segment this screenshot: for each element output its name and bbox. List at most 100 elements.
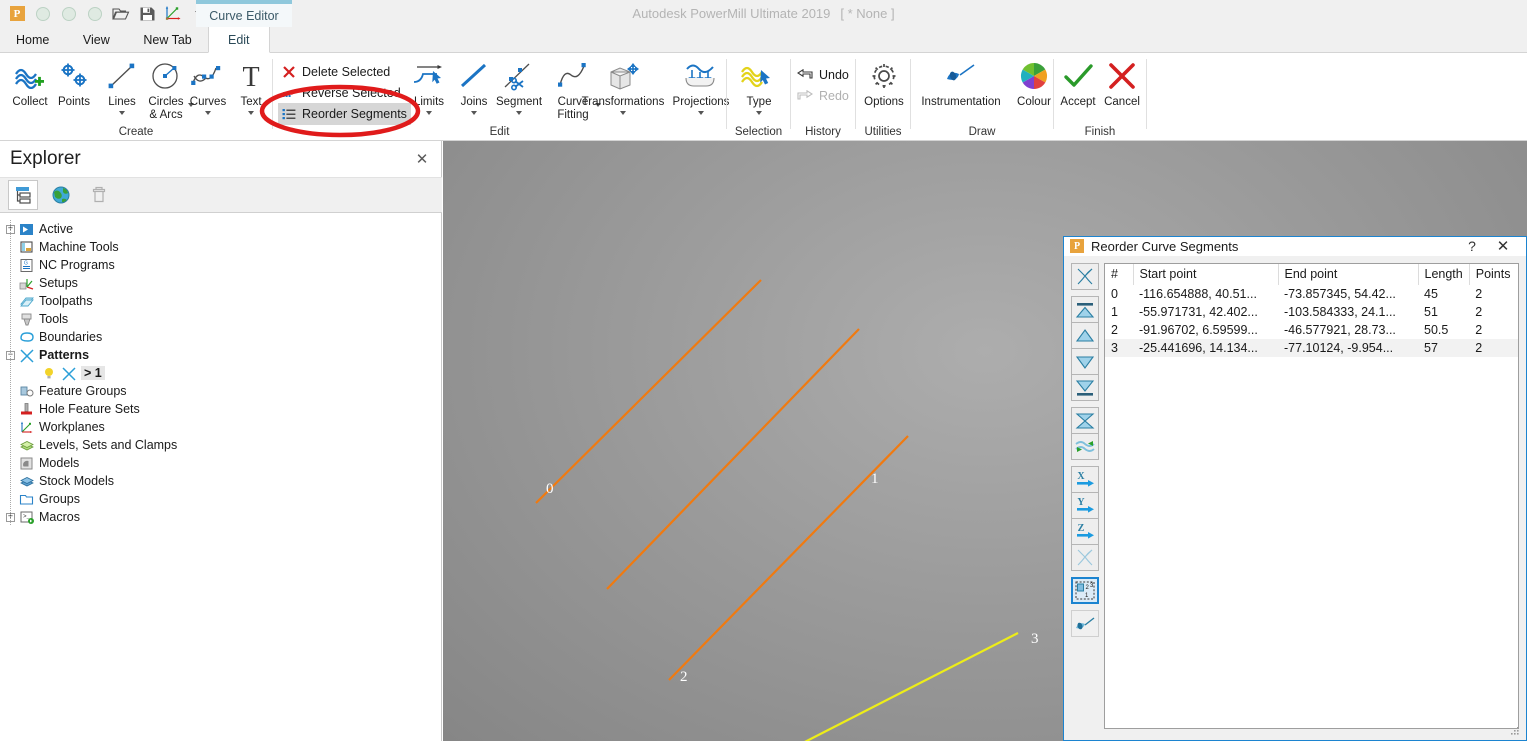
tree-item-workplanes[interactable]: Workplanes: [0, 418, 442, 436]
segment-button[interactable]: Segment: [487, 57, 551, 125]
col-header-start[interactable]: Start point: [1133, 264, 1279, 285]
save-button[interactable]: [134, 1, 160, 27]
cancel-button[interactable]: Cancel: [1098, 57, 1146, 125]
reverse-direction-button[interactable]: [1071, 433, 1099, 460]
text-button[interactable]: T Text: [223, 57, 279, 125]
cancel-label: Cancel: [1104, 96, 1140, 108]
sort-by-pattern-button[interactable]: [1071, 544, 1099, 571]
tab-home[interactable]: Home: [0, 27, 65, 52]
setups-icon: [18, 275, 35, 291]
move-down-button[interactable]: [1071, 348, 1099, 375]
qat-circle-1-button[interactable]: [30, 1, 56, 27]
chevron-down-icon[interactable]: [471, 111, 477, 115]
dialog-close-button[interactable]: ✕: [1486, 237, 1520, 255]
reverse-order-button[interactable]: [1071, 407, 1099, 434]
move-to-top-button[interactable]: [1071, 296, 1099, 323]
tree-item-machine-tools[interactable]: Machine Tools: [0, 238, 442, 256]
segment-end-point: -77.10124, -9.954...: [1278, 339, 1418, 357]
segments-table: # Start point End point Length Points 0 -…: [1105, 264, 1518, 357]
tree-item-nc-programs[interactable]: G NC Programs: [0, 256, 442, 274]
reorder-curve-segments-dialog[interactable]: P Reorder Curve Segments ? ✕ X Y Z 2 3 1…: [1063, 236, 1527, 741]
tree-item-macros[interactable]: +>_Macros: [0, 508, 442, 526]
reorder-segments-button[interactable]: Reorder Segments: [278, 103, 411, 125]
tree-item-label: Boundaries: [39, 330, 103, 344]
segment-scissors-icon: [501, 57, 537, 95]
reorder-pattern-button[interactable]: [1071, 263, 1099, 290]
joins-icon: [458, 57, 490, 95]
workplane-button[interactable]: [160, 1, 186, 27]
qat-circle-2-button[interactable]: [56, 1, 82, 27]
move-up-button[interactable]: [1071, 322, 1099, 349]
tree-item-toolpaths[interactable]: Toolpaths: [0, 292, 442, 310]
explorer-close-button[interactable]: ✕: [412, 150, 432, 168]
explorer-globe-button[interactable]: [46, 180, 76, 210]
move-to-bottom-button[interactable]: [1071, 374, 1099, 401]
show-segment-numbers-button[interactable]: 2 3 1: [1071, 577, 1099, 604]
tree-item-boundaries[interactable]: Boundaries: [0, 328, 442, 346]
tree-item-patterns[interactable]: −Patterns: [0, 346, 442, 364]
col-header-index[interactable]: #: [1105, 264, 1134, 285]
sort-by-z-button[interactable]: Z: [1071, 518, 1099, 545]
tree-item-models[interactable]: Models: [0, 454, 442, 472]
reverse-selected-button[interactable]: Reverse Selected: [278, 82, 405, 104]
chevron-down-icon[interactable]: [248, 111, 254, 115]
contextual-tab-curve-editor[interactable]: Curve Editor: [196, 0, 292, 27]
app-logo-button[interactable]: P: [4, 1, 30, 27]
tree-item-tools[interactable]: Tools: [0, 310, 442, 328]
tree-item-active[interactable]: +Active: [0, 220, 442, 238]
dialog-help-button[interactable]: ?: [1458, 238, 1486, 254]
table-row[interactable]: 3 -25.441696, 14.134... -77.10124, -9.954.…: [1105, 339, 1518, 357]
explorer-tree: +Active Machine Tools G NC Programs Setups To…: [0, 214, 442, 741]
curve-segment-0[interactable]: [535, 279, 762, 504]
tree-item-groups[interactable]: Groups: [0, 490, 442, 508]
col-header-length[interactable]: Length: [1418, 264, 1470, 285]
curve-segment-3[interactable]: [746, 632, 1019, 741]
selection-type-button[interactable]: Type: [731, 57, 787, 125]
open-button[interactable]: [108, 1, 134, 27]
tree-item-levels-sets-and-clamps[interactable]: Levels, Sets and Clamps: [0, 436, 442, 454]
reverse-arrow-icon: [282, 91, 295, 97]
hole-features-icon: [18, 401, 35, 417]
tab-edit[interactable]: Edit: [207, 27, 270, 53]
tree-item-feature-groups[interactable]: Feature Groups: [0, 382, 442, 400]
tree-item-hole-feature-sets[interactable]: Hole Feature Sets: [0, 400, 442, 418]
document-name-text: [ * None ]: [840, 6, 895, 21]
tab-new-tab[interactable]: New Tab: [127, 27, 207, 52]
sort-by-pattern-icon: [1077, 549, 1093, 566]
dialog-title-bar[interactable]: P Reorder Curve Segments ? ✕: [1064, 237, 1526, 256]
col-header-points[interactable]: Points: [1469, 264, 1518, 285]
red-x-icon: [283, 66, 295, 78]
table-row[interactable]: 2 -91.96702, 6.59599... -46.577921, 28.73.…: [1105, 321, 1518, 339]
col-header-end[interactable]: End point: [1278, 264, 1419, 285]
table-row[interactable]: 0 -116.654888, 40.51... -73.857345, 54.42.…: [1105, 285, 1518, 303]
chevron-down-icon[interactable]: [205, 111, 211, 115]
redo-button[interactable]: Redo: [793, 85, 853, 107]
options-button[interactable]: Options: [856, 57, 912, 125]
sort-by-y-button[interactable]: Y: [1071, 492, 1099, 519]
accept-button[interactable]: Accept: [1054, 57, 1102, 125]
curve-segment-1[interactable]: [606, 328, 860, 590]
tree-item-setups[interactable]: Setups: [0, 274, 442, 292]
lightbulb-icon[interactable]: [42, 365, 56, 381]
tab-view[interactable]: View: [65, 27, 127, 52]
resize-grip-icon[interactable]: [1510, 726, 1520, 736]
chevron-down-icon[interactable]: [756, 111, 762, 115]
delete-selected-button[interactable]: Delete Selected: [278, 61, 394, 83]
chevron-down-icon[interactable]: [516, 111, 522, 115]
transformations-button[interactable]: Transformations: [568, 57, 678, 125]
explorer-tree-view-button[interactable]: [8, 180, 38, 210]
table-row[interactable]: 1 -55.971731, 42.402... -103.584333, 24.1.…: [1105, 303, 1518, 321]
explorer-delete-button[interactable]: [84, 180, 114, 210]
qat-circle-3-button[interactable]: [82, 1, 108, 27]
dialog-instrumentation-button[interactable]: [1071, 610, 1099, 637]
tree-item-stock-models[interactable]: Stock Models: [0, 472, 442, 490]
segments-list[interactable]: # Start point End point Length Points 0 -…: [1104, 263, 1519, 729]
chevron-down-icon[interactable]: [620, 111, 626, 115]
instrumentation-button[interactable]: Instrumentation: [911, 57, 1011, 125]
chevron-down-icon[interactable]: [119, 111, 125, 115]
chevron-down-icon[interactable]: [426, 111, 432, 115]
tree-item-1[interactable]: > 1: [0, 364, 442, 382]
chevron-down-icon[interactable]: [698, 111, 704, 115]
sort-by-x-button[interactable]: X: [1071, 466, 1099, 493]
undo-button[interactable]: Undo: [793, 64, 853, 86]
